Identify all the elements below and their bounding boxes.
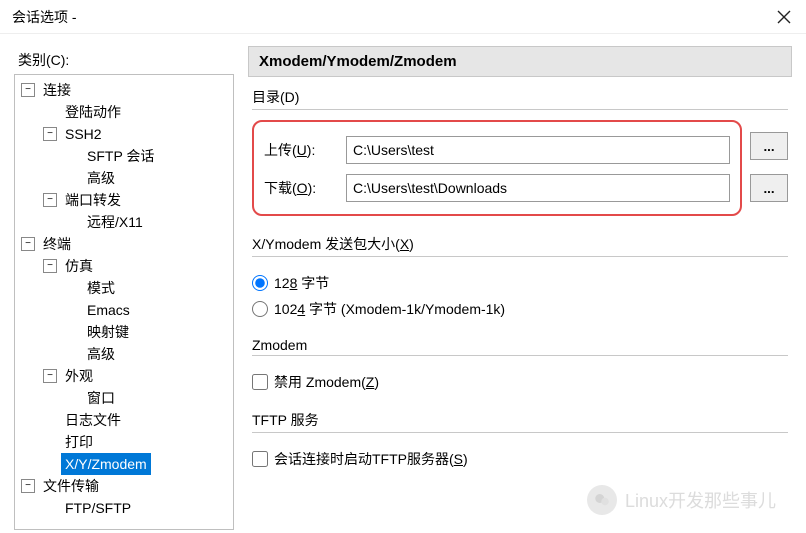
upload-browse-button[interactable]: ... bbox=[750, 132, 788, 160]
tree-item-label: 高级 bbox=[83, 167, 119, 189]
tree-item-label: 仿真 bbox=[61, 255, 97, 277]
titlebar: 会话选项 - bbox=[0, 0, 806, 34]
directory-group-label: 目录(D) bbox=[252, 87, 788, 107]
radio-1024-bytes[interactable]: 1024 字节 (Xmodem-1k/Ymodem-1k) bbox=[252, 299, 788, 319]
window-title: 会话选项 - bbox=[12, 7, 77, 27]
tree-item[interactable]: −仿真 bbox=[15, 255, 233, 277]
tree-item[interactable]: −SSH2 bbox=[15, 123, 233, 145]
download-path-input[interactable] bbox=[346, 174, 730, 202]
tree-item[interactable]: 高级 bbox=[15, 167, 233, 189]
tree-item[interactable]: X/Y/Zmodem bbox=[15, 453, 233, 475]
tree-item[interactable]: 日志文件 bbox=[15, 409, 233, 431]
tree-item-label: FTP/SFTP bbox=[61, 497, 135, 519]
tree-item[interactable]: 高级 bbox=[15, 343, 233, 365]
directory-highlight: 上传(U): 下载(O): bbox=[252, 120, 742, 216]
tree-item[interactable]: 映射键 bbox=[15, 321, 233, 343]
tree-item-label: 窗口 bbox=[83, 387, 119, 409]
zmodem-group-label: Zmodem bbox=[252, 337, 788, 353]
radio-128-bytes[interactable]: 128 字节 bbox=[252, 273, 788, 293]
tree-item-label: 登陆动作 bbox=[61, 101, 125, 123]
upload-label: 上传(U): bbox=[264, 140, 338, 160]
disable-zmodem-input[interactable] bbox=[252, 374, 268, 390]
download-browse-button[interactable]: ... bbox=[750, 174, 788, 202]
tree-item[interactable]: −连接 bbox=[15, 79, 233, 101]
tree-item[interactable]: 打印 bbox=[15, 431, 233, 453]
collapse-icon[interactable]: − bbox=[43, 127, 57, 141]
tree-item-label: SSH2 bbox=[61, 123, 106, 145]
tftp-start-checkbox[interactable]: 会话连接时启动TFTP服务器(S) bbox=[252, 449, 788, 469]
tree-item-label: SFTP 会话 bbox=[83, 145, 158, 167]
tree-item-label: 连接 bbox=[39, 79, 75, 101]
close-icon[interactable] bbox=[772, 5, 796, 29]
tree-item-label: 映射键 bbox=[83, 321, 133, 343]
category-label: 类别(C): bbox=[18, 50, 234, 70]
tree-item[interactable]: 登陆动作 bbox=[15, 101, 233, 123]
tree-item-label: 端口转发 bbox=[61, 189, 125, 211]
tree-item-label: X/Y/Zmodem bbox=[61, 453, 151, 475]
collapse-icon[interactable]: − bbox=[21, 479, 35, 493]
collapse-icon[interactable]: − bbox=[43, 193, 57, 207]
tree-item[interactable]: 窗口 bbox=[15, 387, 233, 409]
disable-zmodem-checkbox[interactable]: 禁用 Zmodem(Z) bbox=[252, 372, 788, 392]
radio-1024-input[interactable] bbox=[252, 301, 268, 317]
tree-item-label: 模式 bbox=[83, 277, 119, 299]
collapse-icon[interactable]: − bbox=[21, 237, 35, 251]
packet-size-group-label: X/Ymodem 发送包大小(X) bbox=[252, 234, 788, 254]
tree-item[interactable]: FTP/SFTP bbox=[15, 497, 233, 519]
tftp-group-label: TFTP 服务 bbox=[252, 410, 788, 430]
tree-item-label: 高级 bbox=[83, 343, 119, 365]
tree-item[interactable]: −端口转发 bbox=[15, 189, 233, 211]
tree-item[interactable]: 模式 bbox=[15, 277, 233, 299]
tree-item-label: 文件传输 bbox=[39, 475, 103, 497]
category-tree[interactable]: −连接登陆动作−SSH2SFTP 会话高级−端口转发远程/X11−终端−仿真模式… bbox=[14, 74, 234, 530]
download-label: 下载(O): bbox=[264, 178, 338, 198]
collapse-icon[interactable]: − bbox=[21, 83, 35, 97]
tree-item[interactable]: −文件传输 bbox=[15, 475, 233, 497]
tree-item-label: 日志文件 bbox=[61, 409, 125, 431]
tree-item[interactable]: Emacs bbox=[15, 299, 233, 321]
tree-item-label: 远程/X11 bbox=[83, 211, 147, 233]
tree-item[interactable]: 远程/X11 bbox=[15, 211, 233, 233]
collapse-icon[interactable]: − bbox=[43, 369, 57, 383]
radio-128-input[interactable] bbox=[252, 275, 268, 291]
tree-item[interactable]: −外观 bbox=[15, 365, 233, 387]
panel-heading: Xmodem/Ymodem/Zmodem bbox=[248, 46, 792, 77]
tree-item-label: 外观 bbox=[61, 365, 97, 387]
tree-item[interactable]: SFTP 会话 bbox=[15, 145, 233, 167]
upload-path-input[interactable] bbox=[346, 136, 730, 164]
tree-item-label: 打印 bbox=[61, 431, 97, 453]
tree-item-label: 终端 bbox=[39, 233, 75, 255]
tree-item-label: Emacs bbox=[83, 299, 134, 321]
collapse-icon[interactable]: − bbox=[43, 259, 57, 273]
tree-item[interactable]: −终端 bbox=[15, 233, 233, 255]
tftp-start-input[interactable] bbox=[252, 451, 268, 467]
